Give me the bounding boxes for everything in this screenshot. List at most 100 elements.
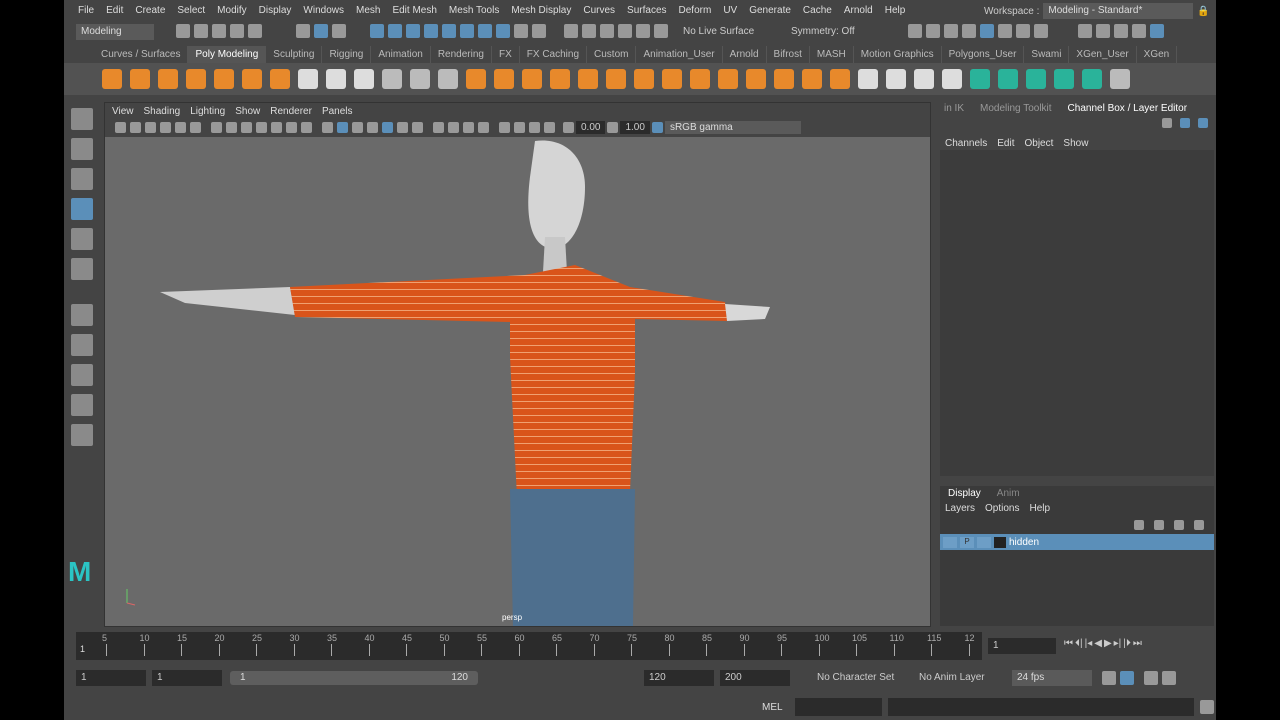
menu-windows[interactable]: Windows [297,5,350,16]
two-view-icon[interactable] [71,394,93,416]
select-tool-icon[interactable] [71,108,93,130]
new-layer-selected-icon[interactable] [1194,520,1204,530]
new-scene-icon[interactable] [176,23,190,38]
play-backward-icon[interactable]: ◀ [1094,638,1102,649]
panel-tab-modeling-toolkit[interactable]: Modeling Toolkit [972,103,1060,114]
shelf-tool-icon[interactable] [690,69,710,89]
snap-pivot-icon[interactable] [654,23,668,38]
camera-lock-icon[interactable] [130,122,141,133]
menu-display[interactable]: Display [253,5,298,16]
shelf-tool-icon[interactable] [410,69,430,89]
menu-create[interactable]: Create [129,5,171,16]
shelf-tool-icon[interactable] [914,69,934,89]
shelf-tab-custom[interactable]: Custom [587,46,637,63]
fps-dropdown[interactable]: 24 fps [1012,670,1092,686]
select-component-icon[interactable] [332,23,346,38]
save-scene-icon[interactable] [212,23,226,38]
step-back-icon[interactable]: ⏴| [1075,638,1083,649]
shelf-tab-mash[interactable]: MASH [810,46,854,63]
attribute-editor-icon[interactable] [1114,23,1128,38]
menu-file[interactable]: File [72,5,100,16]
four-view-icon[interactable] [71,364,93,386]
render-setup-icon[interactable] [998,23,1012,38]
channel-menu-show[interactable]: Show [1058,138,1093,149]
shelf-tool-icon[interactable] [242,69,262,89]
channel-menu-edit[interactable]: Edit [992,138,1019,149]
visibility-toggle[interactable] [943,536,957,548]
panel-tab-in-ik[interactable]: in IK [936,103,972,114]
lasso-tool-icon[interactable] [71,138,93,160]
snap-vertex-icon[interactable] [582,23,596,38]
select-object-icon[interactable] [314,23,328,38]
field-chart-icon[interactable] [271,122,282,133]
xray-active-icon[interactable] [529,122,540,133]
film-gate-icon[interactable] [226,122,237,133]
paint-select-icon[interactable] [71,168,93,190]
character-icon[interactable] [1162,671,1176,685]
script-editor-icon[interactable] [1200,700,1215,714]
shelf-tool-icon[interactable] [942,69,962,89]
2d-pan-icon[interactable] [175,122,186,133]
viewport-menu-renderer[interactable]: Renderer [265,106,317,117]
workspace-dropdown[interactable]: Modeling - Standard* [1043,3,1194,19]
scale-tool-icon[interactable] [71,258,93,280]
hypershade-icon[interactable] [980,23,994,38]
shelf-tool-icon[interactable] [970,69,990,89]
shelf-tool-icon[interactable] [606,69,626,89]
snap-face-icon[interactable] [618,23,632,38]
wireframe-icon[interactable] [322,122,333,133]
image-plane-icon[interactable] [160,122,171,133]
menu-help[interactable]: Help [879,5,912,16]
exposure-field[interactable]: 0.00 [576,121,606,134]
shelf-tool-icon[interactable] [466,69,486,89]
channel-menu-channels[interactable]: Channels [940,138,992,149]
shelf-tab-swami[interactable]: Swami [1024,46,1070,63]
xray-icon[interactable] [514,122,525,133]
snap-curve-icon[interactable] [388,23,402,38]
default-material-icon[interactable] [352,122,363,133]
shelf-tool-icon[interactable] [326,69,346,89]
shelf-tool-icon[interactable] [102,69,122,89]
layer-color-swatch[interactable] [994,536,1006,548]
shelf-tab-arnold[interactable]: Arnold [723,46,767,63]
shelf-tool-icon[interactable] [382,69,402,89]
resolution-gate-icon[interactable] [241,122,252,133]
lights-icon[interactable] [397,122,408,133]
last-tool-icon[interactable] [71,304,93,326]
display-type-toggle[interactable] [977,536,991,548]
range-slider[interactable]: 1 120 [230,671,478,685]
menu-curves[interactable]: Curves [577,5,621,16]
menu-select[interactable]: Select [171,5,211,16]
shelf-tool-icon[interactable] [270,69,290,89]
gate-mask-icon[interactable] [256,122,267,133]
3d-scene[interactable]: persp [105,137,930,626]
shelf-tool-icon[interactable] [354,69,374,89]
character-controls-icon[interactable] [1096,23,1110,38]
modeling-toolkit-icon[interactable] [1078,23,1092,38]
redo-icon[interactable] [248,23,262,38]
go-to-end-icon[interactable]: ⏭ [1133,638,1142,649]
shelf-tab-animation-user[interactable]: Animation_User [636,46,723,63]
shelf-tool-icon[interactable] [1054,69,1074,89]
single-view-icon[interactable] [71,334,93,356]
loop-icon[interactable] [1102,671,1116,685]
anti-aliasing-icon[interactable] [463,122,474,133]
play-forward-icon[interactable]: ▶ [1104,638,1112,649]
layer-menu-layers[interactable]: Layers [940,503,980,514]
menu-modify[interactable]: Modify [211,5,252,16]
layer-tab-display[interactable]: Display [940,488,989,499]
shelf-tool-icon[interactable] [158,69,178,89]
shelf-tool-icon[interactable] [522,69,542,89]
character-set-dropdown[interactable]: No Character Set [812,670,908,686]
snap-together-icon[interactable] [564,23,578,38]
menu-arnold[interactable]: Arnold [838,5,879,16]
camera-icon[interactable] [115,122,126,133]
lock-selection-icon[interactable] [514,23,528,38]
shelf-tool-icon[interactable] [186,69,206,89]
smooth-shade-icon[interactable] [337,122,348,133]
wireframe-on-shaded-icon[interactable] [382,122,393,133]
ambient-occlusion-icon[interactable] [433,122,444,133]
graph-icon[interactable] [1198,118,1208,128]
color-space-dropdown[interactable]: sRGB gamma [664,121,801,134]
shelf-tool-icon[interactable] [830,69,850,89]
